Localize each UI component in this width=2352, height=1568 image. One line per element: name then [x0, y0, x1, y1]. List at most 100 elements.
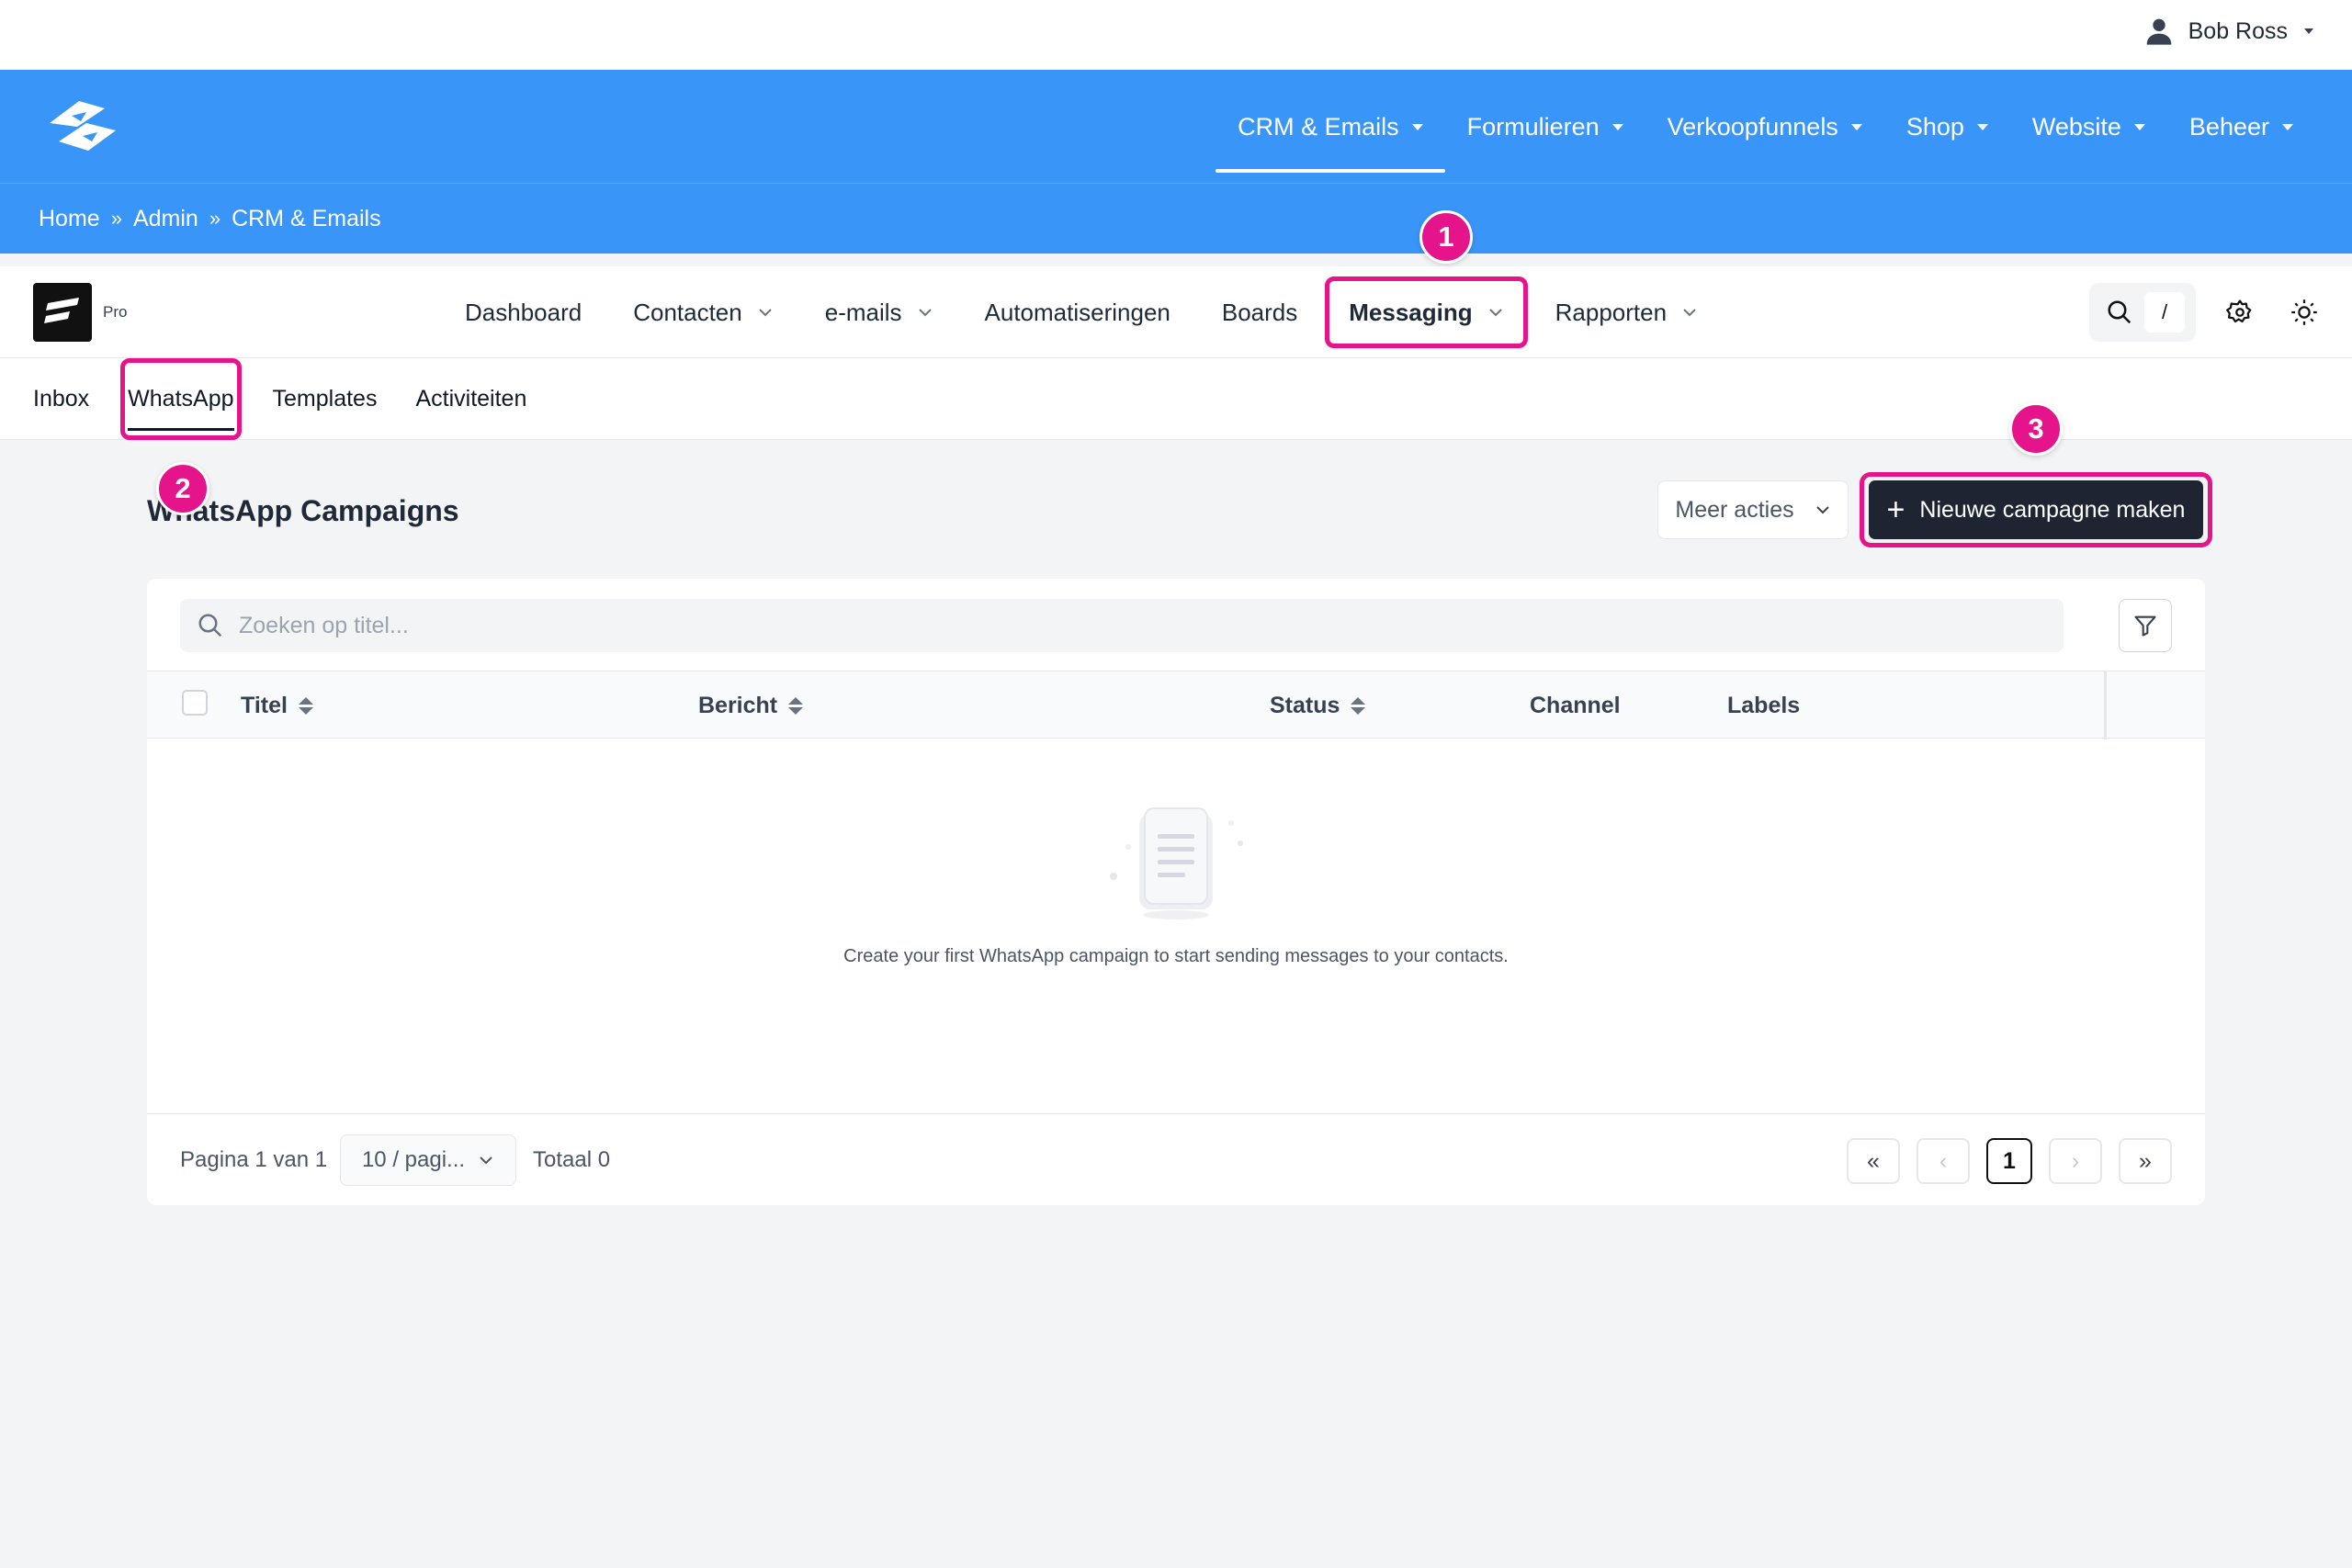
caret-down-icon: [2304, 28, 2313, 34]
sort-icon: [298, 696, 313, 715]
search-bar: [180, 599, 2064, 652]
chevron-down-icon: [480, 1156, 492, 1165]
app-logo[interactable]: Pro: [33, 283, 127, 342]
caret-down-icon: [1976, 123, 1988, 130]
more-actions-button[interactable]: Meer acties: [1657, 480, 1849, 539]
app-nav-contacten[interactable]: Contacten: [607, 266, 799, 358]
theme-toggle-button[interactable]: [2284, 292, 2324, 333]
column-status[interactable]: Status: [1270, 671, 1366, 739]
empty-document-icon: [1110, 807, 1243, 919]
nav-label: Formulieren: [1466, 112, 1600, 141]
app-nav-label: Contacten: [633, 298, 742, 326]
search-shortcut-key: /: [2144, 292, 2185, 333]
chevron-down-icon: [759, 309, 772, 317]
chevron-down-icon: [1683, 309, 1696, 317]
total-count: Totaal 0: [533, 1147, 611, 1172]
sort-icon: [1351, 696, 1366, 715]
column-label: Bericht: [698, 692, 778, 718]
nav-crm-emails[interactable]: CRM & Emails: [1216, 70, 1445, 184]
main-nav: CRM & Emails Formulieren Verkoopfunnels …: [0, 70, 2352, 184]
app-nav: Dashboard Contacten e-mails Automatiseri…: [439, 266, 1724, 358]
sun-icon: [2291, 299, 2317, 325]
app-nav-label: Automatiseringen: [984, 298, 1170, 326]
app-header: Pro Dashboard Contacten e-mails Automati…: [0, 266, 2352, 358]
nav-website[interactable]: Website: [2010, 70, 2167, 184]
campaigns-card: Titel Bericht Status Channel Labels: [147, 579, 2205, 1205]
caret-down-icon: [1611, 123, 1623, 130]
breadcrumb-home[interactable]: Home: [39, 206, 100, 232]
pagination-bar: Pagina 1 van 1 10 / pagi... Totaal 0 « ‹…: [147, 1113, 2205, 1205]
pro-label: Pro: [103, 303, 128, 321]
search-input[interactable]: [239, 612, 1984, 639]
column-titel[interactable]: Titel: [241, 671, 313, 739]
chevron-down-icon: [1488, 309, 1502, 317]
chevron-down-icon: [1815, 506, 1829, 514]
messaging-subtabs: Inbox WhatsApp Templates Activiteiten: [0, 357, 2352, 440]
next-page-button[interactable]: ›: [2049, 1138, 2102, 1184]
tab-inbox[interactable]: Inbox: [33, 358, 89, 440]
page-size-select[interactable]: 10 / pagi...: [340, 1134, 516, 1186]
new-campaign-label: Nieuwe campagne maken: [1919, 496, 2186, 523]
search-icon: [198, 614, 222, 637]
page-size-value: 10 / pagi...: [361, 1147, 466, 1172]
first-page-button[interactable]: «: [1847, 1138, 1900, 1184]
tab-templates[interactable]: Templates: [273, 358, 378, 440]
filter-button[interactable]: [2119, 599, 2172, 652]
new-campaign-highlight: + Nieuwe campagne maken: [1860, 472, 2212, 547]
search-icon: [2108, 300, 2132, 324]
settings-button[interactable]: [2220, 292, 2260, 333]
app-nav-label: Dashboard: [465, 298, 582, 326]
app-nav-emails[interactable]: e-mails: [799, 266, 959, 358]
tab-whatsapp[interactable]: WhatsApp: [120, 357, 242, 440]
table-header: Titel Bericht Status Channel Labels: [147, 671, 2205, 739]
nav-verkoopfunnels[interactable]: Verkoopfunnels: [1645, 70, 1884, 184]
column-label: Status: [1270, 692, 1340, 718]
caret-down-icon: [1411, 123, 1423, 130]
page-1-button[interactable]: 1: [1986, 1138, 2032, 1184]
more-actions-label: Meer acties: [1675, 496, 1794, 523]
empty-state: Create your first WhatsApp campaign to s…: [147, 739, 2205, 1113]
breadcrumb-separator: »: [209, 207, 221, 230]
app-nav-automatiseringen[interactable]: Automatiseringen: [959, 266, 1196, 358]
column-label: Titel: [241, 692, 288, 718]
app-nav-label: e-mails: [824, 298, 902, 326]
empty-message: Create your first WhatsApp campaign to s…: [843, 946, 1509, 966]
column-divider: [2104, 671, 2107, 739]
app-nav-label: Boards: [1221, 298, 1298, 326]
column-label: Labels: [1727, 692, 1801, 718]
app-nav-label: Messaging: [1349, 298, 1473, 326]
logo-icon: [50, 101, 116, 151]
sort-icon: [788, 696, 804, 715]
nav-shop[interactable]: Shop: [1884, 70, 2010, 184]
app-nav-boards[interactable]: Boards: [1196, 266, 1323, 358]
prev-page-button[interactable]: ‹: [1917, 1138, 1970, 1184]
site-logo[interactable]: [40, 96, 123, 159]
new-campaign-button[interactable]: + Nieuwe campagne maken: [1869, 480, 2203, 539]
pager: « ‹ 1 › »: [1847, 1138, 2172, 1184]
tab-activiteiten[interactable]: Activiteiten: [415, 358, 526, 440]
user-bar: Bob Ross: [0, 0, 2352, 70]
person-icon: [2146, 18, 2171, 45]
app-nav-dashboard[interactable]: Dashboard: [439, 266, 607, 358]
nav-beheer[interactable]: Beheer: [2167, 70, 2315, 184]
nav-label: Shop: [1905, 112, 1964, 141]
gear-icon: [2226, 299, 2252, 323]
fluent-logo-icon: [33, 283, 92, 342]
column-labels: Labels: [1727, 671, 1800, 739]
caret-down-icon: [2133, 123, 2145, 130]
header-tools: /: [2089, 283, 2324, 342]
caret-down-icon: [2282, 123, 2293, 130]
callout-badge-1: 1: [1419, 210, 1473, 264]
app-nav-rapporten[interactable]: Rapporten: [1530, 266, 1724, 358]
select-all-checkbox[interactable]: [182, 690, 208, 716]
column-bericht[interactable]: Bericht: [698, 671, 804, 739]
app-nav-messaging[interactable]: Messaging: [1323, 266, 1529, 358]
breadcrumb-admin[interactable]: Admin: [133, 206, 198, 232]
last-page-button[interactable]: »: [2119, 1138, 2172, 1184]
user-menu[interactable]: Bob Ross: [2144, 17, 2315, 46]
breadcrumb-crm-emails[interactable]: CRM & Emails: [232, 206, 381, 232]
chevron-down-icon: [918, 309, 932, 317]
plus-icon: +: [1886, 492, 1905, 527]
nav-formulieren[interactable]: Formulieren: [1445, 70, 1645, 184]
global-search-button[interactable]: /: [2089, 283, 2196, 342]
